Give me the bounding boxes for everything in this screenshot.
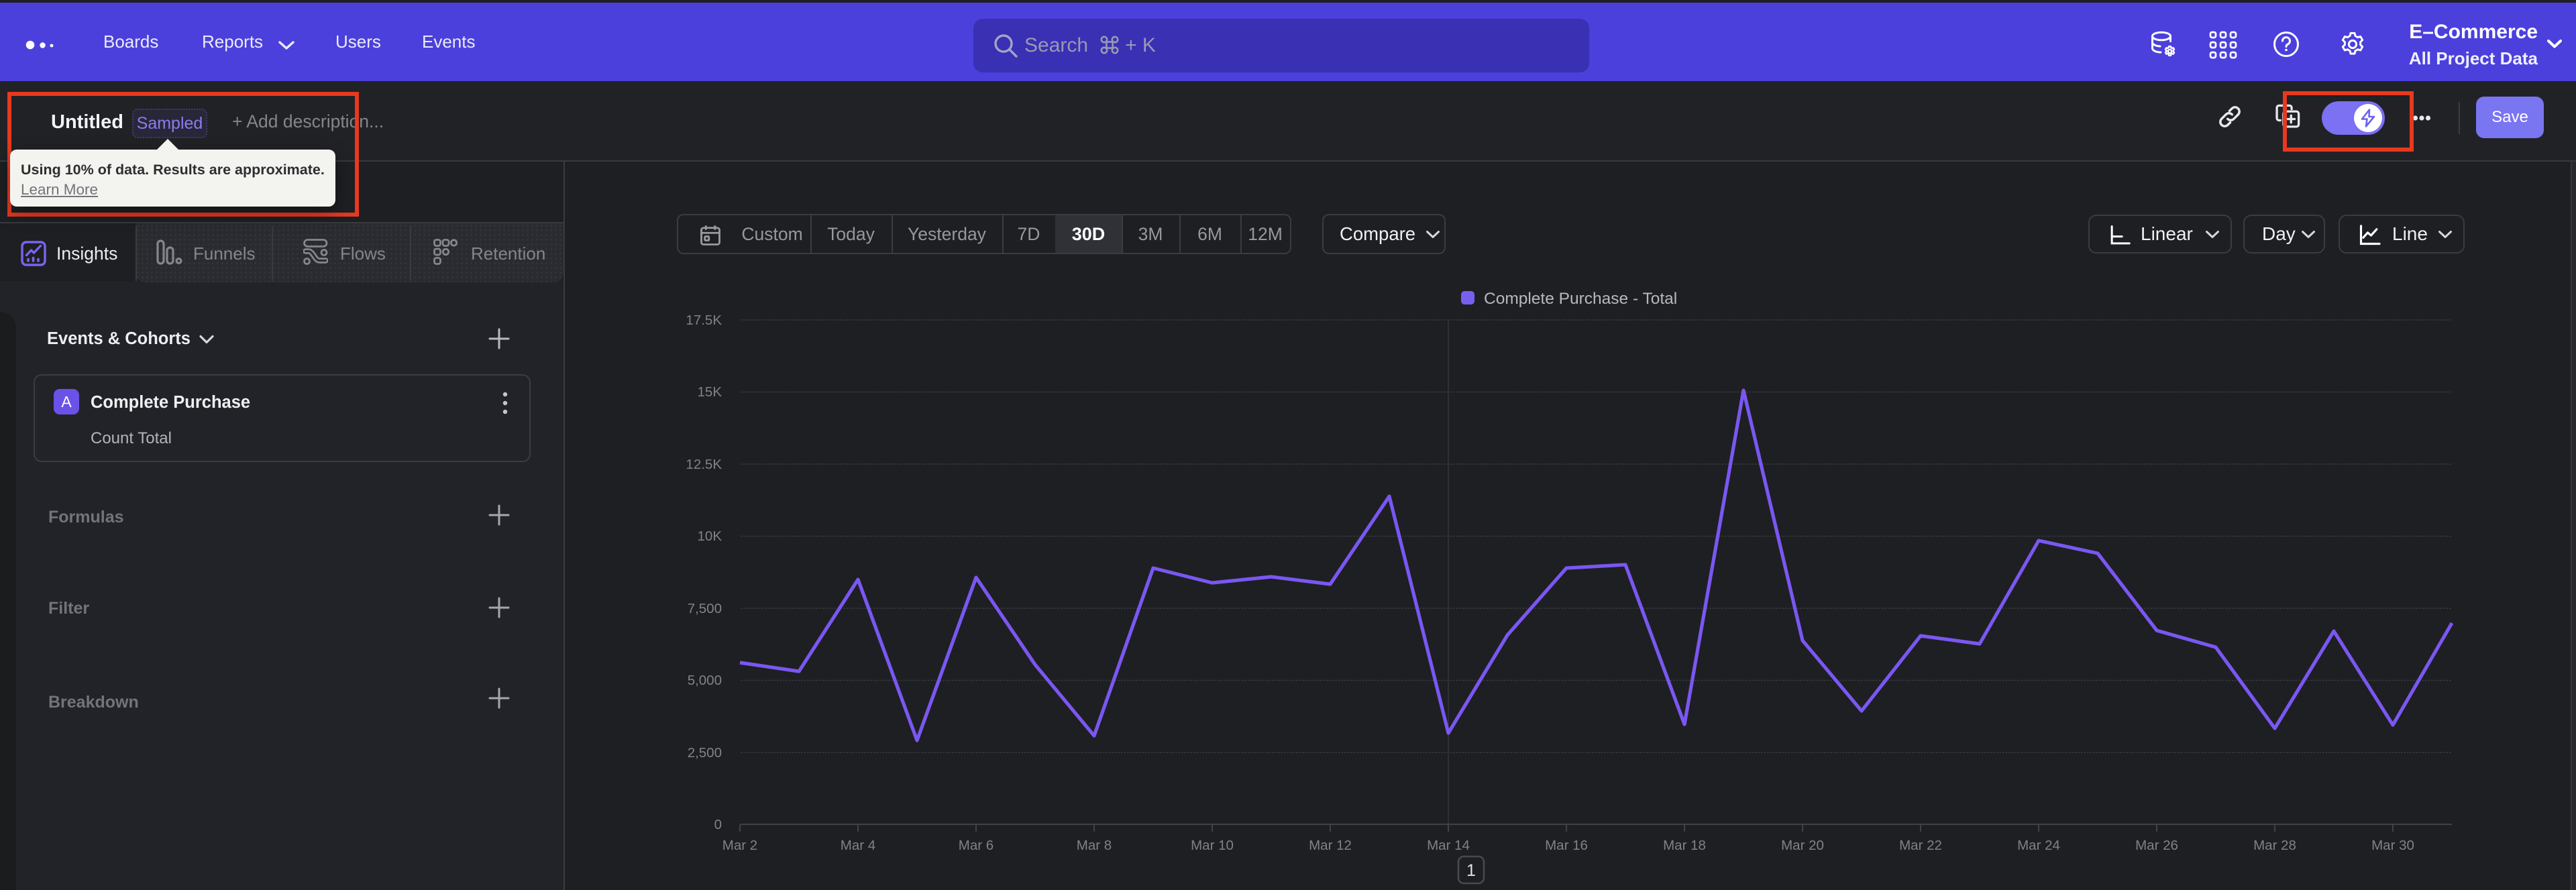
svg-text:Mar 28: Mar 28 [2253, 838, 2296, 853]
svg-text:Mar 26: Mar 26 [2135, 838, 2178, 853]
svg-text:0: 0 [714, 817, 722, 832]
svg-text:Mar 6: Mar 6 [959, 838, 994, 853]
svg-text:17.5K: 17.5K [686, 313, 722, 328]
svg-text:7,500: 7,500 [688, 601, 722, 616]
svg-text:Mar 4: Mar 4 [841, 838, 875, 853]
svg-text:Mar 16: Mar 16 [1545, 838, 1588, 853]
svg-text:Mar 2: Mar 2 [722, 838, 757, 853]
svg-text:Mar 30: Mar 30 [2371, 838, 2414, 853]
svg-text:Mar 24: Mar 24 [2017, 838, 2060, 853]
svg-text:1: 1 [1466, 861, 1476, 880]
svg-text:12.5K: 12.5K [686, 457, 722, 472]
svg-text:Complete Purchase - Total: Complete Purchase - Total [1484, 290, 1677, 308]
svg-text:Mar 12: Mar 12 [1309, 838, 1352, 853]
svg-text:Mar 20: Mar 20 [1781, 838, 1824, 853]
svg-text:15K: 15K [698, 384, 722, 400]
svg-text:Mar 14: Mar 14 [1427, 838, 1470, 853]
svg-text:5,000: 5,000 [688, 673, 722, 688]
svg-text:10K: 10K [698, 529, 722, 544]
svg-text:2,500: 2,500 [688, 745, 722, 761]
svg-text:Mar 22: Mar 22 [1899, 838, 1942, 853]
svg-text:Mar 8: Mar 8 [1077, 838, 1112, 853]
svg-text:Mar 18: Mar 18 [1663, 838, 1706, 853]
svg-text:Mar 10: Mar 10 [1191, 838, 1234, 853]
